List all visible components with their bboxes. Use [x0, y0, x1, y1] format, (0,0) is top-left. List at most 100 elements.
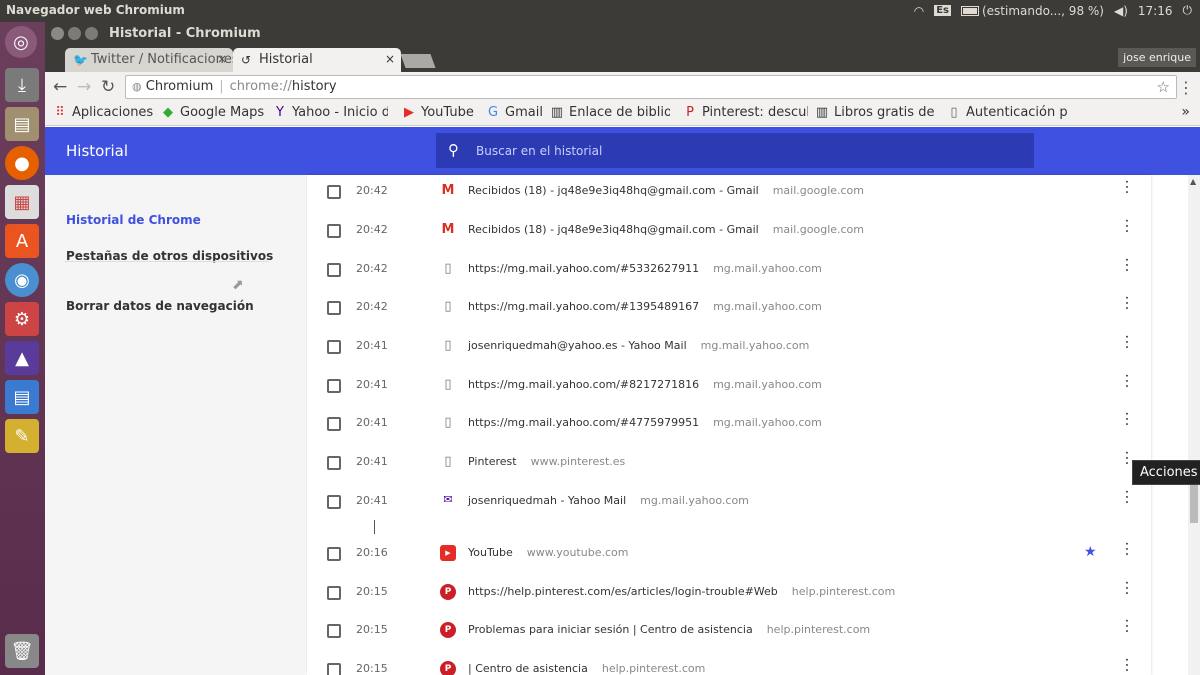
- bookmark-item[interactable]: G Gmail: [486, 105, 544, 120]
- row-actions-kebab-icon[interactable]: ⋯: [1118, 179, 1137, 195]
- bookmark-item[interactable]: Y Yahoo - Inicio de: [273, 105, 388, 120]
- bookmark-item[interactable]: ▶ YouTube: [402, 105, 482, 120]
- history-row[interactable]: 20:42 ▯ https://mg.mail.yahoo.com/#5332627…: [307, 253, 1151, 291]
- back-arrow-icon[interactable]: ←: [53, 77, 67, 97]
- history-title-link[interactable]: josenriquedmah@yahoo.es - Yahoo Mail: [468, 339, 687, 352]
- row-actions-kebab-icon[interactable]: ⋯: [1118, 489, 1137, 505]
- software-center-icon[interactable]: A: [5, 224, 39, 258]
- bookmark-item[interactable]: ⠿ Aplicaciones: [53, 105, 161, 120]
- history-title-link[interactable]: https://help.pinterest.com/es/articles/l…: [468, 585, 778, 598]
- battery-indicator[interactable]: (estimando..., 98 %): [960, 4, 1104, 18]
- history-title-link[interactable]: Problemas para iniciar sesión | Centro d…: [468, 623, 753, 636]
- reload-icon[interactable]: ↻: [101, 77, 115, 97]
- site-info-icon[interactable]: ◍: [132, 80, 142, 93]
- row-checkbox[interactable]: [327, 547, 341, 561]
- row-actions-kebab-icon[interactable]: ⋯: [1118, 373, 1137, 389]
- trash-icon[interactable]: 🗑: [5, 634, 39, 668]
- history-title-link[interactable]: josenriquedmah - Yahoo Mail: [468, 494, 626, 507]
- row-checkbox[interactable]: [327, 456, 341, 470]
- row-actions-kebab-icon[interactable]: ⋯: [1118, 541, 1137, 557]
- bookmark-item[interactable]: ◆ Google Maps: [161, 105, 271, 120]
- history-row[interactable]: 20:41 ✉ josenriquedmah - Yahoo Mail mg.mail…: [307, 485, 1151, 523]
- close-window-button[interactable]: [51, 27, 64, 40]
- row-checkbox[interactable]: [327, 586, 341, 600]
- history-row[interactable]: 20:42 ▯ https://mg.mail.yahoo.com/#1395489…: [307, 291, 1151, 329]
- installer-icon[interactable]: ⤓: [5, 68, 39, 102]
- history-title-link[interactable]: | Centro de asistencia: [468, 662, 588, 675]
- row-actions-kebab-icon[interactable]: ⋯: [1118, 257, 1137, 273]
- document-viewer-icon[interactable]: ▤: [5, 380, 39, 414]
- close-tab-icon[interactable]: ×: [217, 52, 227, 66]
- history-title-link[interactable]: https://mg.mail.yahoo.com/#8217271816: [468, 378, 699, 391]
- history-row[interactable]: 20:15 P Problemas para iniciar sesión | Ce…: [307, 614, 1151, 652]
- bookmark-item[interactable]: ▯ Autenticación p: [947, 105, 1067, 120]
- bookmark-star-icon[interactable]: ☆: [1157, 78, 1170, 96]
- history-title-link[interactable]: https://mg.mail.yahoo.com/#5332627911: [468, 262, 699, 275]
- history-domain[interactable]: mg.mail.yahoo.com: [713, 416, 822, 429]
- history-title-link[interactable]: YouTube: [468, 546, 513, 559]
- forward-arrow-icon[interactable]: →: [77, 77, 91, 97]
- row-checkbox[interactable]: [327, 224, 341, 238]
- history-row[interactable]: 20:15 Phttps://help.pinterest.com/es/arti…: [307, 576, 1151, 614]
- history-title-link[interactable]: https://mg.mail.yahoo.com/#1395489167: [468, 300, 699, 313]
- sidebar-item-clear-data[interactable]: Borrar datos de navegación: [66, 299, 254, 313]
- history-domain[interactable]: mg.mail.yahoo.com: [640, 494, 749, 507]
- history-domain[interactable]: mg.mail.yahoo.com: [713, 262, 822, 275]
- writer-icon[interactable]: ▦: [5, 185, 39, 219]
- power-icon[interactable]: ⏻: [1183, 3, 1193, 18]
- history-title-link[interactable]: Recibidos (18) - jq48e9e3iq48hq@gmail.co…: [468, 184, 759, 197]
- bookmark-item[interactable]: P Pinterest: descub: [683, 105, 808, 120]
- scroll-up-icon[interactable]: ▲: [1190, 177, 1196, 186]
- history-domain[interactable]: mail.google.com: [773, 184, 864, 197]
- wifi-icon[interactable]: ◠: [914, 4, 924, 18]
- row-actions-kebab-icon[interactable]: ⋯: [1118, 657, 1137, 673]
- history-row[interactable]: 20:15 P | Centro de asistencia help.pintere…: [307, 653, 1151, 675]
- editor-icon[interactable]: ✎: [5, 419, 39, 453]
- row-checkbox[interactable]: [327, 340, 341, 354]
- history-title-link[interactable]: https://mg.mail.yahoo.com/#4775979951: [468, 416, 699, 429]
- history-row[interactable]: 20:42 M Recibidos (18) - jq48e9e3iq48hq@gm…: [307, 214, 1151, 252]
- row-checkbox[interactable]: [327, 495, 341, 509]
- scrollbar[interactable]: ▲: [1188, 175, 1200, 675]
- profile-button[interactable]: jose enrique: [1118, 48, 1196, 67]
- history-row[interactable]: 20:41 ▯ https://mg.mail.yahoo.com/#4775979…: [307, 407, 1151, 445]
- close-tab-icon[interactable]: ×: [385, 52, 395, 66]
- row-actions-kebab-icon[interactable]: ⋯: [1118, 618, 1137, 634]
- scrollbar-thumb[interactable]: [1190, 483, 1198, 523]
- menu-kebab-icon[interactable]: ⋮: [1178, 78, 1194, 97]
- history-row[interactable]: 20:41 ▯ josenriquedmah@yahoo.es - Yahoo Ma…: [307, 330, 1151, 368]
- firefox-icon[interactable]: ●: [5, 146, 39, 180]
- history-domain[interactable]: www.pinterest.es: [531, 455, 626, 468]
- history-title-link[interactable]: Recibidos (18) - jq48e9e3iq48hq@gmail.co…: [468, 223, 759, 236]
- row-actions-kebab-icon[interactable]: ⋯: [1118, 295, 1137, 311]
- settings-icon[interactable]: ⚙: [5, 302, 39, 336]
- history-domain[interactable]: mail.google.com: [773, 223, 864, 236]
- history-row[interactable]: 20:42 M Recibidos (18) - jq48e9e3iq48hq@gm…: [307, 175, 1151, 213]
- sidebar-item-chrome-history[interactable]: Historial de Chrome: [66, 213, 201, 227]
- row-checkbox[interactable]: [327, 185, 341, 199]
- speaker-icon[interactable]: ◀): [1114, 4, 1128, 18]
- row-checkbox[interactable]: [327, 417, 341, 431]
- history-row[interactable]: 20:16 ▶ YouTube www.youtube.com ★ ⋯: [307, 537, 1151, 575]
- history-domain[interactable]: www.youtube.com: [527, 546, 629, 559]
- tab-twitter[interactable]: 🐦 Twitter / Notificaciones ×: [65, 48, 233, 72]
- chromium-icon[interactable]: ◉: [5, 263, 39, 297]
- row-actions-kebab-icon[interactable]: ⋯: [1118, 411, 1137, 427]
- history-domain[interactable]: help.pinterest.com: [602, 662, 705, 675]
- arduino-icon[interactable]: ▲: [5, 341, 39, 375]
- tab-history[interactable]: ↺ Historial ×: [233, 48, 401, 72]
- row-actions-kebab-icon[interactable]: ⋯: [1118, 218, 1137, 234]
- history-domain[interactable]: help.pinterest.com: [767, 623, 870, 636]
- history-domain[interactable]: mg.mail.yahoo.com: [701, 339, 810, 352]
- omnibox[interactable]: ◍ Chromium | chrome://history ☆: [125, 75, 1177, 99]
- bookmarked-star-icon[interactable]: ★: [1084, 544, 1097, 560]
- history-domain[interactable]: mg.mail.yahoo.com: [713, 300, 822, 313]
- search-input[interactable]: ⚲ Buscar en el historial: [436, 133, 1034, 168]
- history-domain[interactable]: help.pinterest.com: [792, 585, 895, 598]
- history-domain[interactable]: mg.mail.yahoo.com: [713, 378, 822, 391]
- new-tab-button[interactable]: [400, 54, 436, 68]
- row-actions-kebab-icon[interactable]: ⋯: [1118, 334, 1137, 350]
- row-checkbox[interactable]: [327, 263, 341, 277]
- external-link-icon[interactable]: ⬈: [232, 277, 244, 293]
- files-icon[interactable]: ▤: [5, 107, 39, 141]
